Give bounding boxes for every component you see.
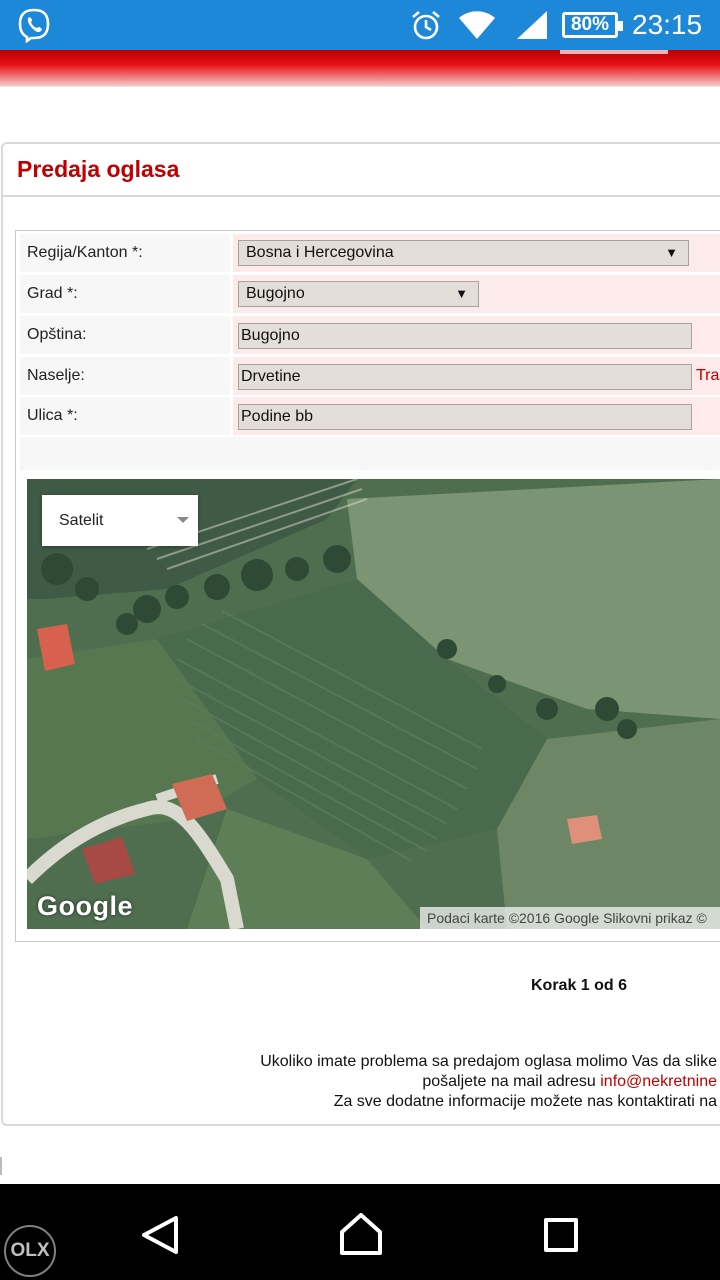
dropdown-arrow-icon: ▼	[665, 245, 678, 260]
footer-help-line-3: Za sve dodatne informacije možete nas ko…	[333, 1093, 717, 1110]
site-header-strip	[0, 50, 720, 86]
region-label: Regija/Kanton *:	[20, 234, 230, 272]
signal-icon	[517, 11, 547, 39]
form-row-settlement: Naselje: Drvetine Tra	[20, 357, 720, 395]
municipality-input[interactable]: Bugojno	[238, 323, 692, 349]
region-select[interactable]: Bosna i Hercegovina ▼	[238, 240, 689, 266]
alarm-icon	[412, 11, 440, 40]
step-indicator: Korak 1 od 6	[531, 977, 628, 994]
city-field-cell: Bugojno ▼	[233, 275, 720, 313]
google-logo: Google	[37, 891, 133, 921]
map-attribution[interactable]: Podaci karte ©2016 Google Slikovni prika…	[420, 907, 720, 929]
battery-icon: 80%	[562, 12, 623, 38]
chevron-down-icon	[177, 517, 189, 523]
city-label: Grad *:	[20, 275, 230, 313]
wifi-icon	[459, 11, 495, 39]
settlement-side-link[interactable]: Tra	[696, 367, 719, 385]
android-nav-bar	[0, 1184, 720, 1280]
viber-icon	[18, 8, 50, 43]
municipality-label: Opština:	[20, 316, 230, 354]
city-select-value: Bugojno	[246, 285, 305, 302]
dropdown-arrow-icon: ▼	[455, 286, 468, 301]
region-select-value: Bosna i Hercegovina	[246, 244, 394, 261]
home-icon[interactable]	[338, 1212, 384, 1256]
form-row-region: Regija/Kanton *: Bosna i Hercegovina ▼	[20, 234, 720, 272]
footer-help-line-1: Ukoliko imate problema sa predajom oglas…	[260, 1053, 717, 1070]
scroll-edge-marker	[0, 1157, 2, 1175]
street-input[interactable]: Podine bb	[238, 404, 692, 430]
settlement-field-cell: Drvetine Tra	[233, 357, 720, 395]
status-bar: 80% 23:15	[0, 0, 720, 50]
form-row-city: Grad *: Bugojno ▼	[20, 275, 720, 313]
divider	[0, 86, 720, 87]
recent-apps-icon[interactable]	[544, 1218, 578, 1252]
map-type-label: Satelit	[59, 512, 104, 529]
form-row-municipality: Opština: Bugojno	[20, 316, 720, 354]
city-select[interactable]: Bugojno ▼	[238, 281, 479, 307]
back-icon[interactable]	[140, 1215, 180, 1255]
satellite-map[interactable]: Satelit Google Podaci karte ©2016 Google…	[27, 479, 720, 929]
map-type-dropdown[interactable]: Satelit	[42, 495, 198, 546]
satellite-imagery	[27, 479, 720, 929]
title-divider	[3, 195, 720, 197]
settlement-input[interactable]: Drvetine	[238, 364, 692, 390]
footer-help-line-2: pošaljete na mail adresu info@nekretnine	[422, 1073, 717, 1091]
olx-watermark: OLX	[4, 1225, 56, 1277]
page-title: Predaja oglasa	[17, 156, 180, 182]
clock: 23:15	[632, 9, 703, 40]
settlement-label: Naselje:	[20, 357, 230, 395]
form-row-empty	[20, 437, 720, 470]
region-field-cell: Bosna i Hercegovina ▼	[233, 234, 720, 272]
street-field-cell: Podine bb	[233, 397, 720, 435]
street-label: Ulica *:	[20, 397, 230, 435]
footer-help-line-2-text: pošaljete na mail adresu	[422, 1073, 601, 1090]
header-tab-indicator	[560, 50, 668, 54]
form-row-street: Ulica *: Podine bb	[20, 397, 720, 435]
municipality-field-cell: Bugojno	[233, 316, 720, 354]
email-link[interactable]: info@nekretnine	[600, 1073, 717, 1090]
